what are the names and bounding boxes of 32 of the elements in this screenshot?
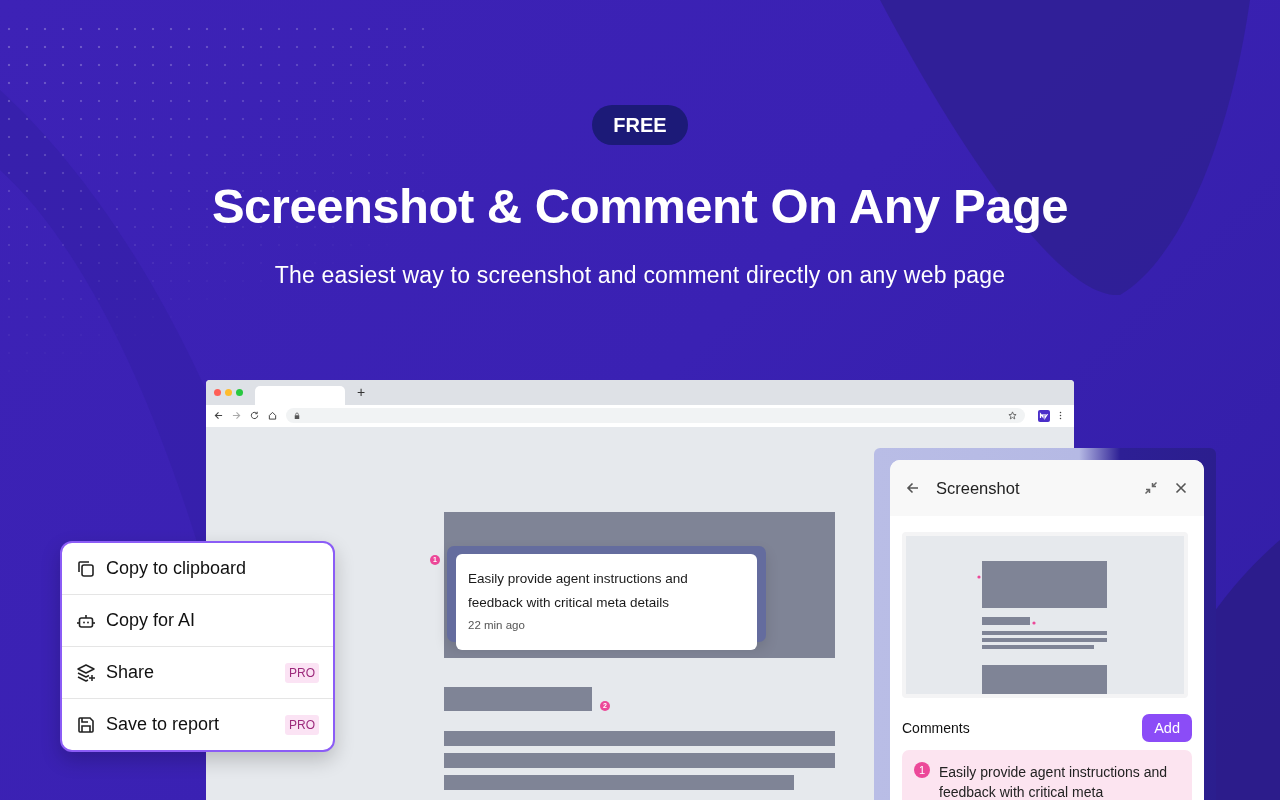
close-icon[interactable] — [1174, 481, 1188, 495]
back-arrow-icon[interactable] — [906, 481, 920, 495]
reload-icon[interactable] — [250, 411, 259, 421]
layers-plus-icon — [76, 662, 96, 683]
back-icon[interactable] — [214, 411, 223, 421]
maximize-dot-icon[interactable] — [236, 388, 243, 396]
comment-text: Easily provide agent instructions and feedback with critical meta details — [468, 569, 689, 612]
comments-heading: Comments — [902, 720, 970, 736]
add-button[interactable]: Add — [1142, 714, 1192, 742]
star-icon[interactable] — [1008, 411, 1017, 421]
new-tab-button[interactable]: + — [357, 384, 366, 401]
lock-icon — [294, 411, 300, 420]
menu-item[interactable]: Copy to clipboard — [62, 543, 333, 594]
menu-item[interactable]: Share PRO — [62, 646, 333, 698]
extension-icon[interactable] — [1038, 409, 1050, 422]
comment-time: 22 min ago — [468, 618, 526, 631]
pro-badge: PRO — [285, 714, 319, 735]
comment-number: 1 — [914, 762, 930, 778]
close-dot-icon[interactable] — [214, 388, 221, 396]
home-icon[interactable] — [268, 411, 277, 421]
comment-text: Easily provide agent instructions and feedback with critical meta — [939, 763, 1169, 800]
comment-item[interactable]: 1 Easily provide agent instructions and feedback with critical meta — [902, 750, 1192, 800]
pro-badge: PRO — [285, 662, 319, 683]
collapse-icon[interactable] — [1144, 481, 1158, 495]
subtitle: The easiest way to screenshot and comment directly on any web page — [274, 261, 1006, 289]
free-badge: FREE — [592, 105, 688, 145]
headline: Screenshot & Comment On Any Page — [211, 178, 1069, 235]
menu-item[interactable]: Copy for AI — [62, 594, 333, 646]
minimize-dot-icon[interactable] — [225, 388, 232, 396]
panel-title: Screenshot — [936, 478, 1020, 498]
copy-icon — [76, 558, 96, 579]
menu-item[interactable]: Save to report PRO — [62, 698, 333, 750]
